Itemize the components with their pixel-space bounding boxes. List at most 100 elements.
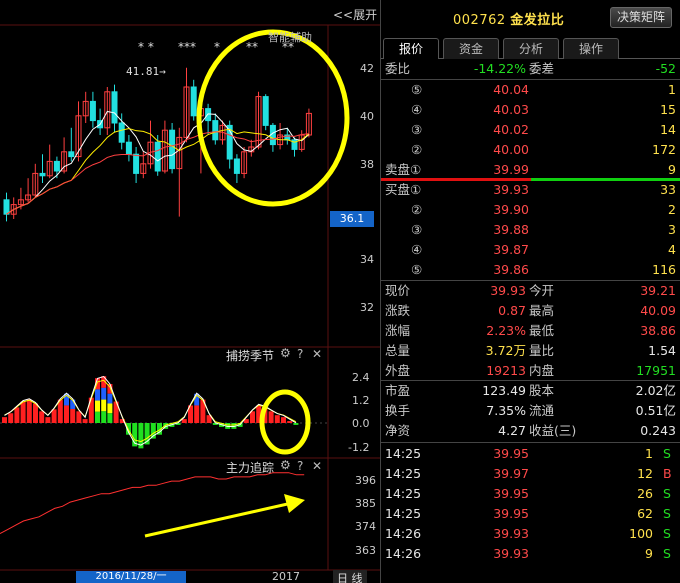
indicator-bar xyxy=(26,399,32,423)
bid-row[interactable]: ④ 39.87 4 xyxy=(381,240,680,260)
tick-side: S xyxy=(663,546,671,561)
bid-level: 买盘① xyxy=(385,182,422,197)
tick-volume: 9 xyxy=(645,546,653,561)
quote-row: 涨幅 2.23% 最低 38.86 xyxy=(381,321,680,341)
quote-value: 17951 xyxy=(636,363,676,378)
candle-body xyxy=(39,172,46,177)
indicator2-axis-tick: 396 xyxy=(355,474,376,487)
gear-icon[interactable]: ⚙ xyxy=(280,458,291,472)
candle-body xyxy=(190,86,197,117)
tick-price: 39.95 xyxy=(493,446,529,461)
indicator-bar xyxy=(14,407,20,423)
ask-row[interactable]: 卖盘① 39.99 9 xyxy=(381,160,680,180)
tick-side: B xyxy=(663,466,672,481)
period-button[interactable]: 日 线 xyxy=(333,570,367,583)
quote-label: 现价 xyxy=(385,283,411,298)
ask-row[interactable]: ④ 40.03 15 xyxy=(381,100,680,120)
tab-operation[interactable]: 操作 xyxy=(563,38,619,59)
indicator-bar xyxy=(107,393,113,404)
tick-row: 14:26 39.93 100 S xyxy=(381,524,680,544)
bid-level: ⑤ xyxy=(411,262,423,277)
quote-value: 0.87 xyxy=(498,303,526,318)
fundamental-value: 0.243 xyxy=(640,423,676,438)
indicator-bar xyxy=(76,411,82,423)
bid-row[interactable]: ⑤ 39.86 116 xyxy=(381,260,680,280)
bid-row[interactable]: ② 39.90 2 xyxy=(381,200,680,220)
tick-time: 14:26 xyxy=(385,526,422,541)
stock-header: 002762 金发拉比 决策矩阵 xyxy=(381,0,680,34)
tab-funds[interactable]: 资金 xyxy=(443,38,499,59)
indicator-bar xyxy=(107,403,113,414)
bid-row[interactable]: 买盘① 39.93 33 xyxy=(381,180,680,200)
fundamental-value: 2.02亿 xyxy=(635,383,676,398)
bid-row[interactable]: ③ 39.88 3 xyxy=(381,220,680,240)
indicator-bar xyxy=(194,405,200,423)
ask-row[interactable]: ② 40.00 172 xyxy=(381,140,680,160)
indicator-bar xyxy=(95,411,100,423)
tick-row: 14:25 39.95 1 S xyxy=(381,444,680,464)
candle-body xyxy=(89,100,96,122)
quote-label: 最低 xyxy=(529,323,555,338)
bid-level: ③ xyxy=(411,222,423,237)
tick-time: 14:25 xyxy=(385,446,422,461)
ask-volume: 14 xyxy=(660,122,676,137)
candle-body xyxy=(125,141,132,155)
tab-bar: 报价 资金 分析 操作 xyxy=(381,38,680,59)
ask-row[interactable]: ③ 40.02 14 xyxy=(381,120,680,140)
indicator-bar xyxy=(45,417,51,423)
quote-value: 2.23% xyxy=(486,323,526,338)
indicator2-line xyxy=(0,472,305,535)
ask-row[interactable]: ⑤ 40.04 1 xyxy=(381,80,680,100)
tick-row: 14:25 39.95 62 S xyxy=(381,504,680,524)
candle-body xyxy=(212,120,219,141)
indicator1-axis-tick: 1.2 xyxy=(352,394,370,407)
tick-price: 39.93 xyxy=(493,546,529,561)
indicator1-title[interactable]: 捕捞季节 xyxy=(226,347,274,364)
candle-body xyxy=(111,91,118,124)
kline-chart[interactable] xyxy=(0,0,380,583)
candlestick-series xyxy=(3,67,312,222)
help-icon[interactable]: ? xyxy=(297,459,303,473)
indicator-bar xyxy=(181,419,187,423)
indicator-bar xyxy=(250,411,255,423)
quote-value: 38.86 xyxy=(640,323,676,338)
ask-price: 40.03 xyxy=(493,102,529,117)
decision-matrix-button[interactable]: 决策矩阵 xyxy=(610,7,672,28)
tick-row: 14:25 39.95 26 S xyxy=(381,484,680,504)
candle-body xyxy=(262,96,269,126)
indicator-bar xyxy=(33,403,38,423)
expand-button[interactable]: <<展开 xyxy=(333,6,377,23)
ask-price: 40.02 xyxy=(493,122,529,137)
indicator-bar xyxy=(95,400,100,412)
tick-volume: 1 xyxy=(645,446,653,461)
tab-quote[interactable]: 报价 xyxy=(383,38,439,59)
indicator-bar xyxy=(82,419,88,423)
indicator-bar xyxy=(20,401,26,423)
tab-analysis[interactable]: 分析 xyxy=(503,38,559,59)
ask-level: ④ xyxy=(411,102,423,117)
indicator1-axis-tick: 0.0 xyxy=(352,417,370,430)
close-icon[interactable]: ✕ xyxy=(312,459,322,473)
bid-price: 39.86 xyxy=(493,262,529,277)
chart-area[interactable]: <<展开 智能辅助 41.81→ * * *** * ** ** 42 40 3… xyxy=(0,0,380,583)
close-icon[interactable]: ✕ xyxy=(312,347,322,361)
fundamental-label: 净资 xyxy=(385,423,411,438)
indicator-bar xyxy=(101,411,107,423)
indicator1-bars xyxy=(2,375,299,449)
bid-price: 39.87 xyxy=(493,242,529,257)
bid-level: ② xyxy=(411,202,423,217)
candle-body xyxy=(233,158,240,174)
indicator-bar xyxy=(281,417,286,423)
candle-body xyxy=(169,129,176,170)
commission-row: 委比 -14.22% 委差 -52 xyxy=(381,59,680,79)
ask-volume: 15 xyxy=(660,102,676,117)
star-marker: *** xyxy=(178,40,196,54)
quote-row: 涨跌 0.87 最高 40.09 xyxy=(381,301,680,321)
indicator2-axis-tick: 363 xyxy=(355,544,376,557)
help-icon[interactable]: ? xyxy=(297,347,303,361)
current-price-tag: 36.1 xyxy=(330,211,374,227)
gear-icon[interactable]: ⚙ xyxy=(280,346,291,360)
indicator2-title[interactable]: 主力追踪 xyxy=(226,459,274,476)
candle-body xyxy=(53,160,60,172)
quote-label: 今开 xyxy=(529,283,555,298)
